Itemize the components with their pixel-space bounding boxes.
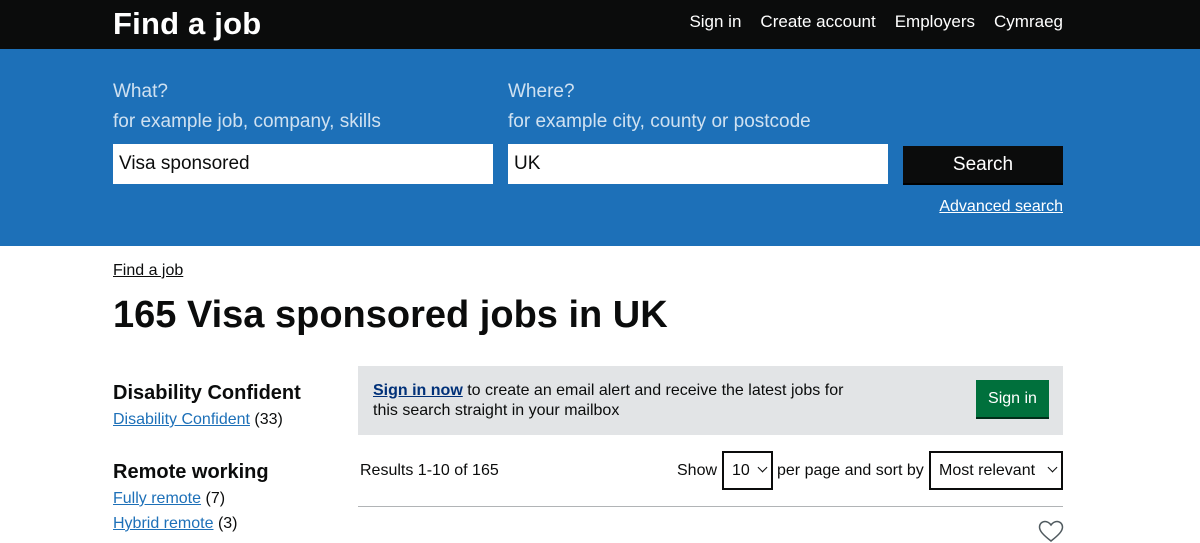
filter-item-disability-confident: Disability Confident (33) <box>113 411 283 429</box>
filter-link-hybrid-remote[interactable]: Hybrid remote <box>113 515 213 532</box>
show-label: Show <box>677 462 718 479</box>
nav-employers[interactable]: Employers <box>895 12 975 32</box>
chevron-down-icon <box>1047 462 1058 473</box>
where-label: Where? <box>508 81 575 102</box>
filter-link-disability-confident[interactable]: Disability Confident <box>113 411 250 428</box>
search-button[interactable]: Search <box>903 146 1063 183</box>
site-header: Find a job Sign in Create account Employ… <box>0 0 1200 49</box>
results-divider <box>358 506 1063 507</box>
sign-in-now-link[interactable]: Sign in now <box>373 382 463 399</box>
filter-link-fully-remote[interactable]: Fully remote <box>113 490 201 507</box>
sign-in-button[interactable]: Sign in <box>976 380 1049 417</box>
where-input[interactable] <box>508 144 888 184</box>
chevron-down-icon <box>757 462 768 473</box>
per-page-select[interactable]: 10 <box>722 451 773 490</box>
filter-item-hybrid-remote: Hybrid remote (3) <box>113 515 238 533</box>
filter-count: (7) <box>205 490 226 507</box>
where-hint: for example city, county or postcode <box>508 111 811 132</box>
results-count: Results 1-10 of 165 <box>360 462 499 479</box>
alert-message: Sign in now to create an email alert and… <box>373 381 863 421</box>
search-panel: What? for example job, company, skills W… <box>0 49 1200 246</box>
nav-sign-in[interactable]: Sign in <box>689 12 741 32</box>
filter-item-fully-remote: Fully remote (7) <box>113 490 225 508</box>
nav-cymraeg[interactable]: Cymraeg <box>994 12 1063 32</box>
nav-create-account[interactable]: Create account <box>760 12 875 32</box>
sort-select[interactable]: Most relevant <box>929 451 1063 490</box>
filter-heading-disability: Disability Confident <box>113 382 301 404</box>
site-logo-link[interactable]: Find a job <box>113 6 261 42</box>
page-title: 165 Visa sponsored jobs in UK <box>113 294 668 336</box>
what-hint: for example job, company, skills <box>113 111 381 132</box>
per-page-label: per page and sort by <box>777 462 924 479</box>
header-nav: Sign in Create account Employers Cymraeg <box>689 12 1063 32</box>
heart-outline-icon[interactable] <box>1038 520 1064 543</box>
sort-value: Most relevant <box>939 462 1036 479</box>
email-alert-box: Sign in now to create an email alert and… <box>358 366 1063 435</box>
per-page-value: 10 <box>732 462 750 479</box>
what-label: What? <box>113 81 168 102</box>
advanced-search-link[interactable]: Advanced search <box>939 198 1063 216</box>
what-input[interactable] <box>113 144 493 184</box>
filter-count: (3) <box>217 515 238 532</box>
filter-heading-remote: Remote working <box>113 461 269 483</box>
filter-count: (33) <box>254 411 283 428</box>
breadcrumb-find-a-job[interactable]: Find a job <box>113 262 183 280</box>
